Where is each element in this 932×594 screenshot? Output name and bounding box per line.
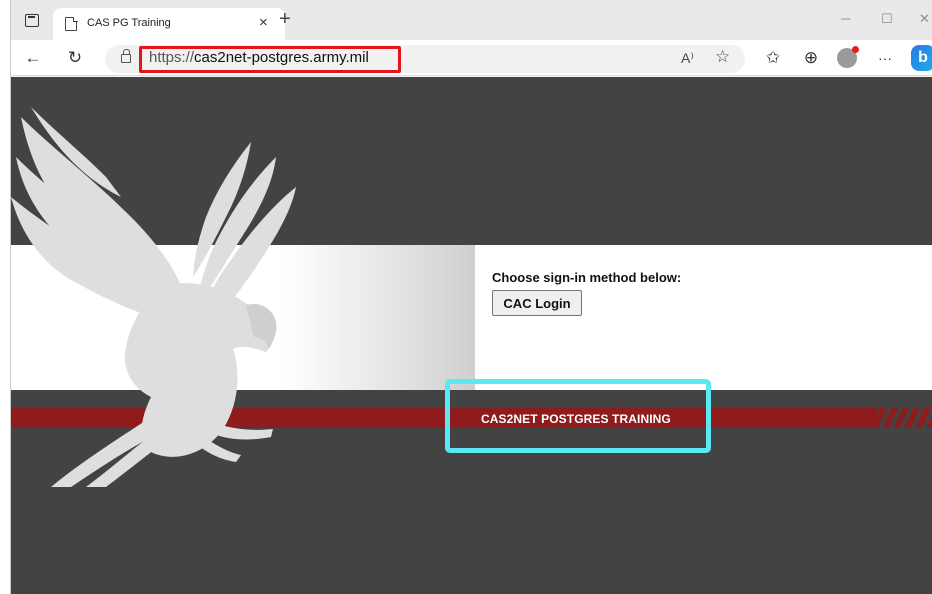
tab-title: CAS PG Training (87, 17, 171, 29)
url-scheme: https:// (149, 49, 195, 66)
read-aloud-icon[interactable]: A⁾ (681, 50, 694, 67)
url-host: cas2net-postgres.army.mil (194, 49, 369, 66)
new-tab-icon[interactable]: + (279, 9, 291, 29)
collections-icon[interactable]: ⊕ (799, 46, 823, 70)
minimize-icon[interactable]: ─ (841, 11, 850, 26)
maximize-icon[interactable]: ☐ (881, 11, 893, 27)
page-icon (65, 16, 78, 31)
close-tab-icon[interactable]: × (259, 14, 268, 32)
browser-tab[interactable]: CAS PG Training × (53, 8, 285, 40)
tab-actions-icon[interactable] (25, 14, 39, 27)
eagle-logo (11, 107, 296, 487)
profile-icon[interactable] (837, 46, 859, 68)
refresh-icon[interactable]: ↻ (63, 46, 87, 70)
browser-toolbar: ← ↻ https://cas2net-postgres.army.mil A⁾… (11, 40, 932, 76)
lock-icon[interactable] (121, 49, 131, 63)
favorites-list-icon[interactable]: ✩ (761, 46, 785, 70)
close-window-icon[interactable]: ✕ (919, 11, 930, 27)
more-icon[interactable]: ··· (873, 46, 897, 70)
cac-login-button[interactable]: CAC Login (492, 290, 582, 316)
page-viewport: Choose sign-in method below: CAC Login C… (11, 77, 932, 594)
copilot-icon[interactable]: b (911, 45, 932, 71)
banner-stripes (877, 408, 932, 428)
browser-window: CAS PG Training × + ─ ☐ ✕ ← ↻ https://ca… (10, 0, 932, 594)
url-text: https://cas2net-postgres.army.mil (149, 49, 369, 66)
signin-prompt: Choose sign-in method below: (492, 270, 682, 285)
address-bar[interactable]: https://cas2net-postgres.army.mil A⁾ ☆ (105, 45, 745, 73)
favorite-star-icon[interactable]: ☆ (715, 47, 730, 67)
tab-strip: CAS PG Training × + ─ ☐ ✕ (11, 0, 932, 40)
back-arrow-icon[interactable]: ← (21, 46, 45, 70)
banner-title: CAS2NET POSTGRES TRAINING (481, 412, 671, 426)
